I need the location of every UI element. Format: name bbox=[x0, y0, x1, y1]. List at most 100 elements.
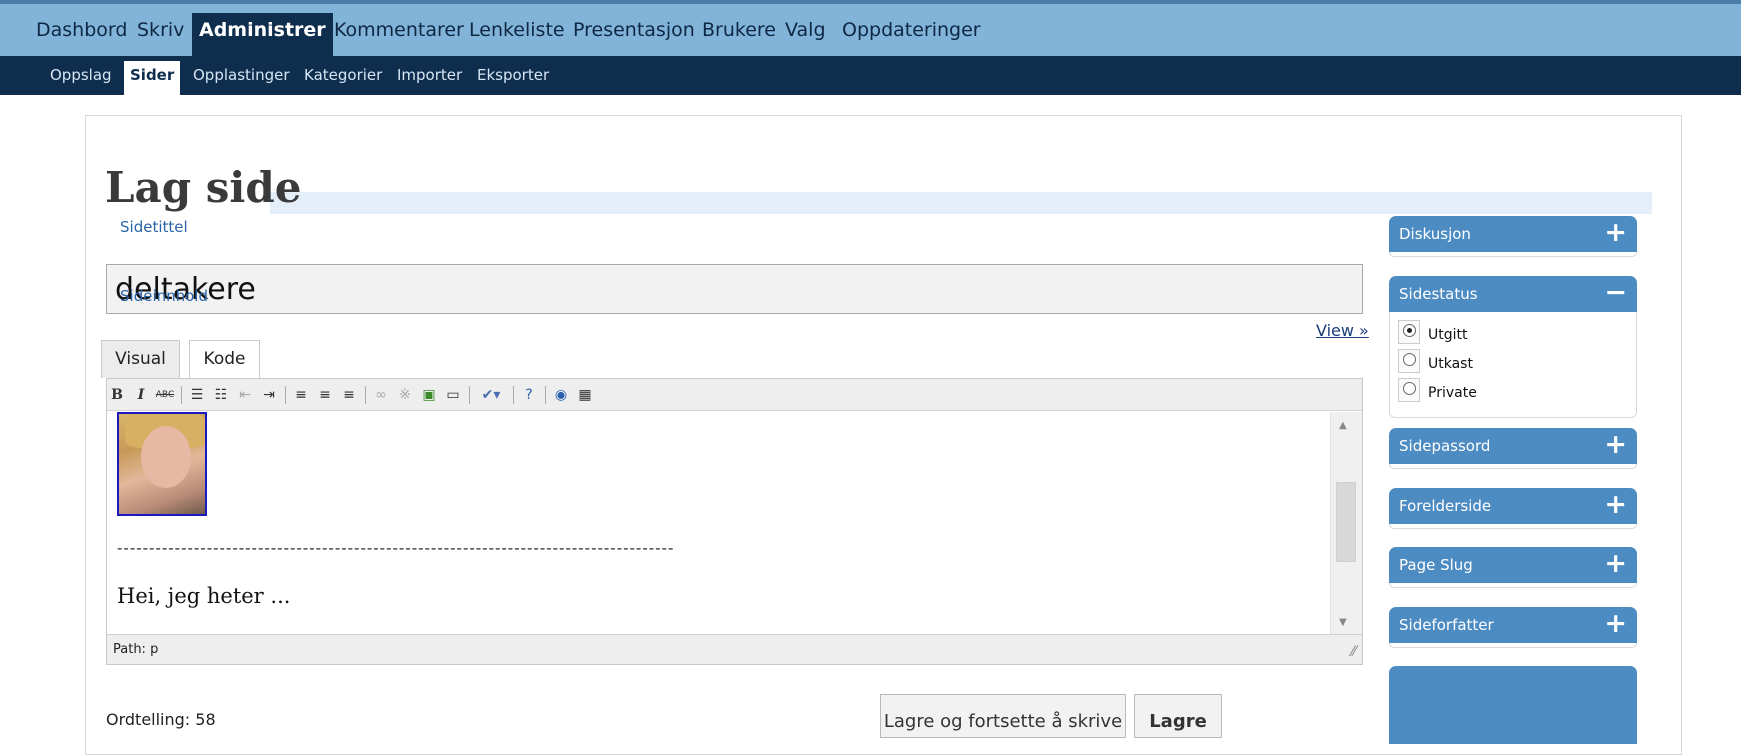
box-footer bbox=[1389, 583, 1637, 588]
nav-kommentarer[interactable]: Kommentarer bbox=[334, 19, 464, 41]
numbered-list-icon[interactable]: ☷ bbox=[211, 384, 231, 406]
content-label: Sideinnhold bbox=[120, 287, 208, 305]
status-option-utkast[interactable]: Utkast bbox=[1398, 349, 1630, 378]
scroll-down-icon[interactable]: ▼ bbox=[1339, 617, 1347, 628]
subnav-kategorier[interactable]: Kategorier bbox=[304, 66, 382, 84]
spellcheck-icon[interactable]: ✔▾ bbox=[475, 384, 507, 406]
body-text[interactable]: Hei, jeg heter ... bbox=[117, 584, 290, 608]
discussion-title: Diskusjon bbox=[1399, 225, 1471, 243]
editor-content[interactable]: ----------------------------------------… bbox=[107, 412, 1329, 634]
save-continue-button[interactable]: Lagre og fortsette å skrive bbox=[880, 694, 1126, 738]
align-center-icon[interactable]: ≡ bbox=[315, 384, 335, 406]
parent-title: Forelderside bbox=[1399, 497, 1492, 515]
extra-box bbox=[1389, 666, 1637, 744]
tab-kode[interactable]: Kode bbox=[189, 340, 260, 378]
parent-header[interactable]: Forelderside + bbox=[1389, 488, 1637, 524]
radio-label: Private bbox=[1428, 385, 1477, 401]
subnav-oppslag[interactable]: Oppslag bbox=[50, 66, 112, 84]
author-title: Sideforfatter bbox=[1399, 616, 1494, 634]
indent-icon[interactable]: ⇥ bbox=[259, 384, 279, 406]
scroll-thumb[interactable] bbox=[1336, 482, 1356, 562]
expand-plus-icon[interactable]: + bbox=[1604, 429, 1627, 460]
expand-plus-icon[interactable]: + bbox=[1604, 608, 1627, 639]
nav-administrer[interactable]: Administrer bbox=[192, 13, 333, 60]
title-underline bbox=[270, 192, 1652, 214]
radio-frame bbox=[1398, 320, 1420, 344]
nav-skriv[interactable]: Skriv bbox=[137, 19, 184, 41]
slug-title: Page Slug bbox=[1399, 556, 1473, 574]
status-option-private[interactable]: Private bbox=[1398, 378, 1630, 407]
box-footer bbox=[1389, 464, 1637, 469]
align-right-icon[interactable]: ≡ bbox=[339, 384, 359, 406]
extra-header[interactable] bbox=[1389, 666, 1637, 744]
radio-label: Utkast bbox=[1428, 356, 1473, 372]
slug-box: Page Slug + bbox=[1389, 547, 1637, 588]
word-count: Ordtelling: 58 bbox=[106, 710, 216, 729]
path-bar: Path: p ⁄⁄ bbox=[107, 634, 1362, 664]
dash-separator: ----------------------------------------… bbox=[117, 538, 675, 557]
align-left-icon[interactable]: ≡ bbox=[291, 384, 311, 406]
subnav-eksporter[interactable]: Eksporter bbox=[477, 66, 549, 84]
nav-lenkeliste[interactable]: Lenkeliste bbox=[469, 19, 565, 41]
title-label: Sidetittel bbox=[120, 218, 188, 236]
kitchen-sink-icon[interactable]: ▦ bbox=[575, 384, 595, 406]
adv-toggle-icon[interactable]: ◉ bbox=[551, 384, 571, 406]
expand-plus-icon[interactable]: + bbox=[1604, 548, 1627, 579]
nav-dashbord[interactable]: Dashbord bbox=[36, 19, 127, 41]
discussion-header[interactable]: Diskusjon + bbox=[1389, 216, 1637, 252]
rich-text-editor: B I ABC ☰ ☷ ⇤ ⇥ ≡ ≡ ≡ ∞ ※ ▣ ▭ ✔▾ ? ◉ ▦ -… bbox=[106, 378, 1363, 665]
radio-frame bbox=[1398, 349, 1420, 373]
scroll-up-icon[interactable]: ▲ bbox=[1339, 420, 1347, 431]
status-options: Utgitt Utkast Private bbox=[1389, 312, 1637, 418]
status-header[interactable]: Sidestatus − bbox=[1389, 276, 1637, 312]
expand-plus-icon[interactable]: + bbox=[1604, 217, 1627, 248]
password-box: Sidepassord + bbox=[1389, 428, 1637, 469]
subnav-importer[interactable]: Importer bbox=[397, 66, 462, 84]
profile-photo[interactable] bbox=[117, 412, 207, 516]
radio-label: Utgitt bbox=[1428, 327, 1468, 343]
parent-box: Forelderside + bbox=[1389, 488, 1637, 529]
more-icon[interactable]: ▭ bbox=[443, 384, 463, 406]
box-footer bbox=[1389, 524, 1637, 529]
save-button[interactable]: Lagre bbox=[1134, 694, 1222, 738]
nav-oppdateringer[interactable]: Oppdateringer bbox=[842, 19, 981, 41]
nav-presentasjon[interactable]: Presentasjon bbox=[573, 19, 695, 41]
slug-header[interactable]: Page Slug + bbox=[1389, 547, 1637, 583]
image-icon[interactable]: ▣ bbox=[419, 384, 439, 406]
subnav-sider[interactable]: Sider bbox=[124, 61, 181, 95]
photo-face bbox=[141, 426, 191, 488]
status-box: Sidestatus − Utgitt Utkast Private bbox=[1389, 276, 1637, 418]
radio-utgitt[interactable] bbox=[1403, 324, 1416, 337]
status-title: Sidestatus bbox=[1399, 285, 1478, 303]
author-header[interactable]: Sideforfatter + bbox=[1389, 607, 1637, 643]
password-header[interactable]: Sidepassord + bbox=[1389, 428, 1637, 464]
radio-utkast[interactable] bbox=[1403, 353, 1416, 366]
nav-valg[interactable]: Valg bbox=[785, 19, 826, 41]
help-icon[interactable]: ? bbox=[519, 384, 539, 406]
link-icon[interactable]: ∞ bbox=[371, 384, 391, 406]
box-footer bbox=[1389, 252, 1637, 257]
subnav-opplastinger[interactable]: Opplastinger bbox=[193, 66, 290, 84]
status-option-utgitt[interactable]: Utgitt bbox=[1398, 320, 1630, 349]
discussion-box: Diskusjon + bbox=[1389, 216, 1637, 257]
radio-frame bbox=[1398, 378, 1420, 402]
nav-brukere[interactable]: Brukere bbox=[702, 19, 776, 41]
collapse-minus-icon[interactable]: − bbox=[1604, 277, 1627, 308]
bold-icon[interactable]: B bbox=[107, 384, 127, 406]
unlink-icon[interactable]: ※ bbox=[395, 384, 415, 406]
page-title: Lag side bbox=[105, 163, 302, 212]
toolbar-separator bbox=[365, 386, 366, 404]
expand-plus-icon[interactable]: + bbox=[1604, 489, 1627, 520]
editor-scrollbar[interactable]: ▲ ▼ bbox=[1330, 412, 1362, 634]
italic-icon[interactable]: I bbox=[131, 384, 151, 406]
resize-grip-icon[interactable]: ⁄⁄ bbox=[1351, 644, 1356, 660]
bullet-list-icon[interactable]: ☰ bbox=[187, 384, 207, 406]
view-link[interactable]: View » bbox=[1316, 321, 1369, 340]
title-input[interactable] bbox=[106, 264, 1363, 314]
tab-visual[interactable]: Visual bbox=[101, 340, 180, 378]
outdent-icon[interactable]: ⇤ bbox=[235, 384, 255, 406]
toolbar-separator bbox=[545, 386, 546, 404]
radio-private[interactable] bbox=[1403, 382, 1416, 395]
strikethrough-icon[interactable]: ABC bbox=[155, 384, 175, 406]
password-title: Sidepassord bbox=[1399, 437, 1491, 455]
